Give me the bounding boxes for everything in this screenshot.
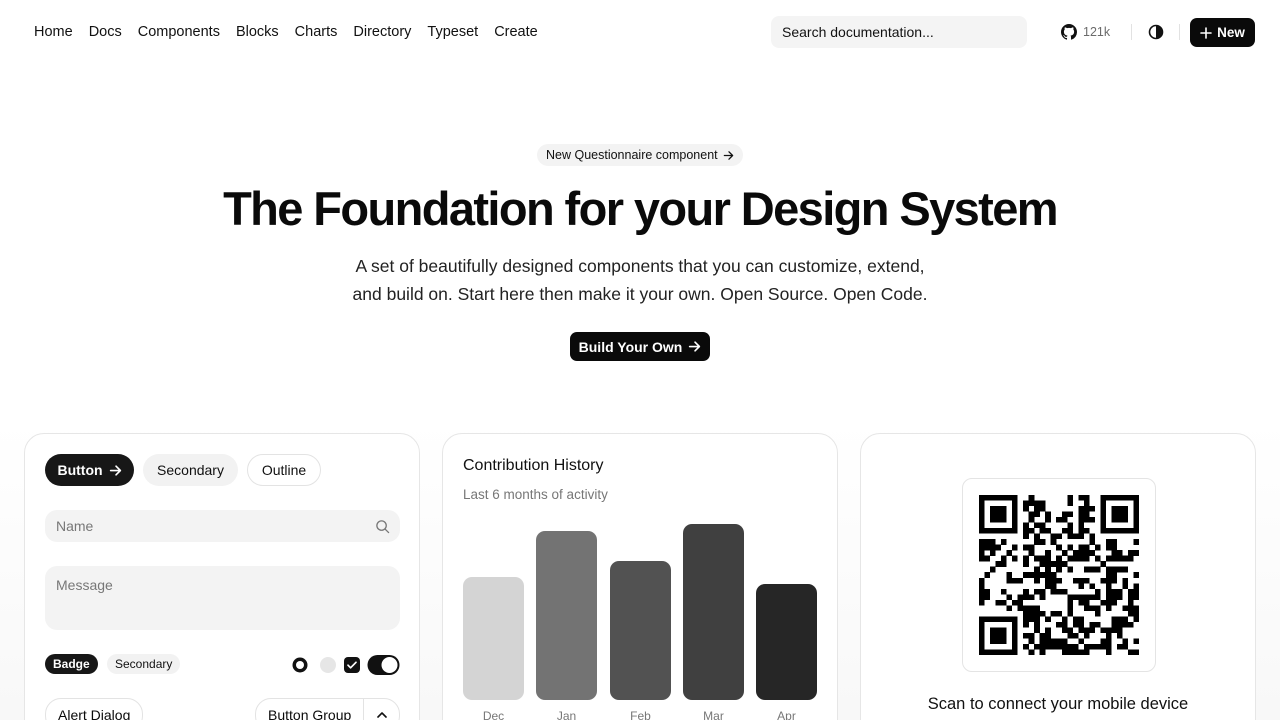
plus-icon <box>1200 26 1212 39</box>
chart-bar[interactable] <box>463 577 524 700</box>
page-title: The Foundation for your Design System <box>223 182 1058 235</box>
x-axis-tick-label: Dec <box>482 709 505 720</box>
toggle-switch-on[interactable] <box>367 654 400 676</box>
qr-code-card: Scan to connect your mobile device <box>860 433 1256 720</box>
nav-typeset[interactable]: Typeset <box>419 16 486 48</box>
x-axis-tick-label: Jan <box>556 709 577 720</box>
hero-subtitle-line: A set of beautifully designed components… <box>355 256 925 276</box>
top-navigation-bar: Home Docs Components Blocks Charts Direc… <box>0 0 1280 64</box>
button-group-label[interactable]: Button Group <box>256 699 365 720</box>
primary-button[interactable]: Button <box>45 454 134 486</box>
chart-bar[interactable] <box>536 531 597 700</box>
name-input[interactable]: Name <box>45 510 400 542</box>
build-your-own-button[interactable]: Build Your Own <box>570 332 710 361</box>
divider <box>1131 24 1132 40</box>
announcement-text: New Questionnaire component <box>546 148 718 162</box>
button-group: Button Group <box>255 698 400 720</box>
primary-button-label: Button <box>57 462 103 478</box>
cta-label: Build Your Own <box>578 338 683 355</box>
radio-unselected[interactable] <box>319 656 337 674</box>
qr-caption: Scan to connect your mobile device <box>927 695 1189 713</box>
new-button[interactable]: New <box>1190 18 1255 47</box>
x-axis-tick-label: Feb <box>630 709 651 720</box>
github-icon <box>1061 24 1077 40</box>
theme-toggle-button[interactable] <box>1144 20 1168 44</box>
message-textarea[interactable]: Message <box>45 566 400 630</box>
outline-button[interactable]: Outline <box>247 454 321 486</box>
nav-docs[interactable]: Docs <box>81 16 130 48</box>
nav-blocks[interactable]: Blocks <box>228 16 287 48</box>
hero-subtitle-line: and build on. Start here then make it yo… <box>352 284 928 304</box>
chart-bar[interactable] <box>683 524 744 700</box>
chevron-up-icon <box>376 712 387 718</box>
github-stars-count: 121k <box>1083 25 1111 39</box>
checkbox-checked[interactable] <box>343 656 361 674</box>
chart-bar[interactable] <box>756 584 817 700</box>
secondary-badge: Secondary <box>107 654 181 674</box>
divider <box>1179 24 1180 40</box>
alert-dialog-button[interactable]: Alert Dialog <box>45 698 144 720</box>
chart-bar[interactable] <box>610 561 671 700</box>
arrow-right-icon <box>723 150 733 160</box>
search-input[interactable]: Search documentation... <box>771 16 1027 48</box>
x-axis-tick-label: Mar <box>703 709 724 720</box>
search-icon <box>376 520 390 534</box>
arrow-right-icon <box>109 464 121 476</box>
chart-description: Last 6 months of activity <box>463 487 608 502</box>
nav-home[interactable]: Home <box>26 16 81 48</box>
badge: Badge <box>45 654 98 674</box>
contribution-chart-card: Contribution History Last 6 months of ac… <box>442 433 838 720</box>
nav-charts[interactable]: Charts <box>287 16 346 48</box>
radio-selected[interactable] <box>291 656 309 674</box>
nav-directory[interactable]: Directory <box>345 16 419 48</box>
announcement-link[interactable]: New Questionnaire component <box>537 144 743 166</box>
main-nav: Home Docs Components Blocks Charts Direc… <box>26 16 546 48</box>
components-preview-card: Button Secondary Outline Name Message Ba… <box>24 433 420 720</box>
hero-subtitle: A set of beautifully designed components… <box>320 252 960 308</box>
nav-components[interactable]: Components <box>130 16 228 48</box>
name-placeholder: Name <box>56 518 94 534</box>
button-group-toggle[interactable] <box>364 699 399 720</box>
qr-code-frame <box>962 478 1156 672</box>
arrow-right-icon <box>689 341 701 352</box>
github-link[interactable]: 121k <box>1053 18 1118 46</box>
secondary-button[interactable]: Secondary <box>143 454 238 486</box>
x-axis-tick-label: Apr <box>777 709 796 720</box>
new-button-label: New <box>1217 25 1245 40</box>
theme-toggle-icon <box>1148 24 1164 40</box>
qr-code-image <box>979 495 1139 655</box>
chart-title: Contribution History <box>463 457 604 474</box>
nav-create[interactable]: Create <box>486 16 546 48</box>
